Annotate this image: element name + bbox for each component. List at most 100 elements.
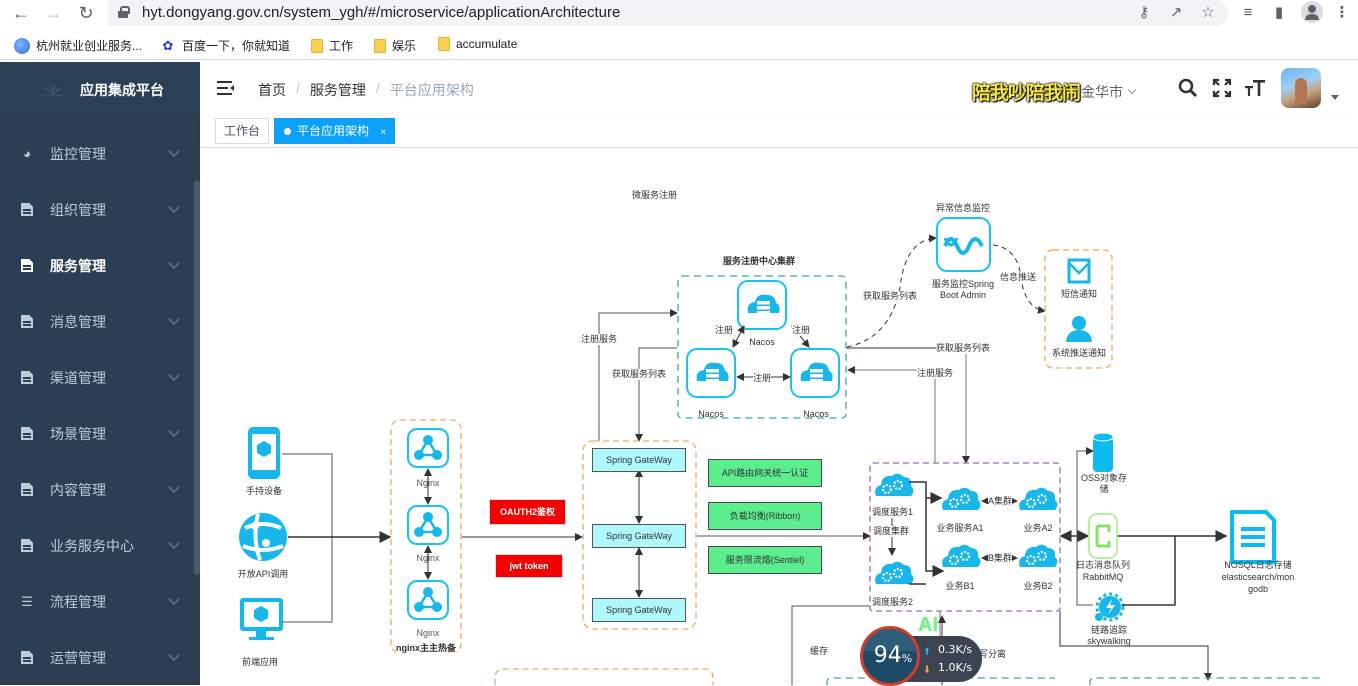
label-get-service-list: 获取服务列表 bbox=[612, 369, 667, 380]
sidebar-item-content[interactable]: 内容管理 bbox=[0, 462, 200, 518]
sidebar-item-organization[interactable]: 组织管理 bbox=[0, 182, 200, 238]
sidebar-item-scenes[interactable]: 场景管理 bbox=[0, 406, 200, 462]
sidebar-item-services[interactable]: 服务管理 bbox=[0, 238, 200, 294]
sidebar-item-label: 渠道管理 bbox=[50, 370, 106, 386]
chevron-down-icon bbox=[168, 313, 180, 325]
memory-percent: 94% bbox=[873, 643, 913, 668]
label-sms-notify: 短信通知 bbox=[1060, 289, 1098, 299]
bookmark-folder[interactable]: 工作 bbox=[311, 37, 353, 54]
label-biz-b2: 业务B2 bbox=[1023, 581, 1053, 591]
fullscreen-icon[interactable] bbox=[1211, 77, 1233, 99]
star-icon[interactable]: ☆ bbox=[1198, 3, 1218, 23]
label-register-service: 注册服务 bbox=[917, 368, 954, 379]
chevron-down-icon bbox=[168, 537, 180, 549]
chevron-down-icon bbox=[168, 481, 180, 493]
label-nacos-left: Nacos bbox=[698, 409, 724, 419]
label-nosql: NOSQL日志存储 bbox=[1224, 560, 1292, 570]
tag-label: 工作台 bbox=[224, 124, 261, 138]
key-icon[interactable]: ⚷ bbox=[1134, 3, 1154, 23]
bookmark-label: 百度一下，你就知道 bbox=[182, 39, 291, 53]
label-biz-b1: 业务B1 bbox=[945, 581, 975, 591]
label-nacos-right: Nacos bbox=[803, 409, 829, 419]
collapse-sidebar-icon[interactable] bbox=[217, 81, 234, 95]
city-selector[interactable]: 陪我吵陪我闹 金华市 bbox=[972, 78, 1137, 105]
sidebar-item-messages[interactable]: 消息管理 bbox=[0, 294, 200, 350]
label-handheld: 手持设备 bbox=[245, 486, 283, 496]
sidebar-item-channels[interactable]: 渠道管理 bbox=[0, 350, 200, 406]
side-panel-icon[interactable]: ▮ bbox=[1269, 3, 1289, 23]
reading-list-icon[interactable]: ≡ bbox=[1238, 3, 1258, 23]
bookmark-item[interactable]: ✿ 百度一下，你就知道 bbox=[160, 37, 290, 54]
bookmark-folder[interactable]: 娱乐 bbox=[374, 37, 416, 54]
sidebar-item-label: 流程管理 bbox=[50, 594, 106, 610]
label-system-push: 系统推送通知 bbox=[1051, 348, 1107, 358]
label-dispatch-cluster: 调度集群 bbox=[873, 526, 910, 537]
breadcrumb-separator: / bbox=[296, 80, 300, 96]
share-icon[interactable]: ↗ bbox=[1166, 3, 1186, 23]
label-frontend-app: 前端应用 bbox=[241, 657, 279, 667]
caret-down-icon[interactable] bbox=[1331, 95, 1339, 100]
gateway-node: Spring GateWay bbox=[592, 448, 686, 472]
chevron-down-icon bbox=[168, 649, 180, 661]
user-avatar[interactable] bbox=[1281, 68, 1321, 108]
label-nginx: Nginx bbox=[416, 628, 440, 638]
chevron-down-icon bbox=[168, 425, 180, 437]
label-trace: 链路追踪 bbox=[1090, 625, 1128, 635]
sidebar-item-monitoring[interactable]: ◕ 监控管理 bbox=[0, 126, 200, 182]
font-size-icon[interactable] bbox=[1244, 77, 1266, 99]
label-open-api: 开放API调用 bbox=[237, 569, 289, 579]
bookmark-item[interactable]: 杭州就业创业服务... bbox=[14, 37, 142, 54]
folder-icon bbox=[438, 37, 450, 51]
bookmark-folder[interactable]: accumulate bbox=[438, 37, 517, 51]
breadcrumb: 首页 / 服务管理 / 平台应用架构 bbox=[258, 80, 474, 100]
sidebar-logo[interactable]: 应用集成平台 bbox=[0, 62, 200, 114]
gateway-node: Spring GateWay bbox=[592, 598, 686, 622]
label-biz-a1: 业务服务A1 bbox=[936, 523, 984, 533]
label-mq: 日志消息队列 bbox=[1075, 560, 1131, 570]
profile-icon[interactable] bbox=[1301, 1, 1323, 23]
reload-icon[interactable]: ↻ bbox=[75, 2, 97, 24]
network-speed-widget[interactable]: 94% 🠩 0.3K/s 🠫 1.0K/s bbox=[860, 626, 985, 686]
sidebar-item-business-center[interactable]: 业务服务中心 bbox=[0, 518, 200, 574]
sidebar-item-workflow[interactable]: ☰ 流程管理 bbox=[0, 574, 200, 630]
more-menu-icon[interactable]: ⋮ bbox=[1332, 3, 1352, 23]
sidebar-item-operations[interactable]: 运营管理 bbox=[0, 630, 200, 686]
sidebar-item-label: 运营管理 bbox=[50, 650, 106, 666]
chevron-down-icon bbox=[1127, 85, 1137, 94]
tag-app-architecture[interactable]: 平台应用架构 × bbox=[274, 118, 396, 144]
chevron-down-icon bbox=[168, 201, 180, 213]
label-register: 注册 bbox=[792, 325, 811, 336]
address-bar[interactable]: hyt.dongyang.gov.cn/system_ygh/#/microse… bbox=[108, 0, 1228, 26]
label-register: 注册 bbox=[753, 373, 772, 384]
label-register: 注册 bbox=[715, 325, 734, 336]
rate-limit-box: 服务限流熔(Sentiel) bbox=[708, 546, 822, 574]
bookmark-label: 杭州就业创业服务... bbox=[36, 39, 143, 53]
tag-dashboard[interactable]: 工作台 bbox=[215, 118, 270, 144]
breadcrumb-separator: / bbox=[375, 80, 380, 96]
load-balance-box: 负载均衡(Ribbon) bbox=[708, 502, 822, 530]
close-icon[interactable]: × bbox=[380, 127, 386, 138]
label-nosql: elasticsearch/mon bbox=[1221, 572, 1295, 582]
label-nginx-ha: nginx主主热备 bbox=[396, 643, 456, 654]
bookmarks-bar: 杭州就业创业服务... ✿ 百度一下，你就知道 工作 娱乐 accumulate bbox=[0, 30, 1358, 60]
label-cluster-a: A集群 bbox=[988, 496, 1013, 507]
upload-arrow-icon: 🠩 bbox=[924, 646, 931, 658]
url-text[interactable]: hyt.dongyang.gov.cn/system_ygh/#/microse… bbox=[142, 4, 620, 21]
breadcrumb-services[interactable]: 服务管理 bbox=[310, 80, 366, 100]
document-icon bbox=[20, 371, 34, 385]
chevron-down-icon bbox=[168, 369, 180, 381]
breadcrumb-home[interactable]: 首页 bbox=[258, 80, 286, 100]
label-biz-a2: 业务A2 bbox=[1023, 523, 1053, 533]
document-icon bbox=[20, 651, 34, 665]
forward-icon[interactable]: → bbox=[42, 2, 64, 24]
search-icon[interactable] bbox=[1177, 77, 1199, 99]
watermark-text: 陪我吵陪我闹 bbox=[972, 83, 1081, 104]
app-title: 应用集成平台 bbox=[80, 82, 164, 98]
sidebar-item-label: 服务管理 bbox=[50, 258, 106, 274]
label-spring-boot-admin: 服务监控Spring bbox=[931, 279, 995, 289]
label-dispatch2: 调度服务2 bbox=[872, 597, 914, 608]
back-icon[interactable]: ← bbox=[10, 2, 32, 24]
chevron-down-icon bbox=[168, 257, 180, 269]
tags-view: 工作台 平台应用架构 × bbox=[200, 114, 1358, 148]
diagram-lines bbox=[239, 217, 1320, 685]
